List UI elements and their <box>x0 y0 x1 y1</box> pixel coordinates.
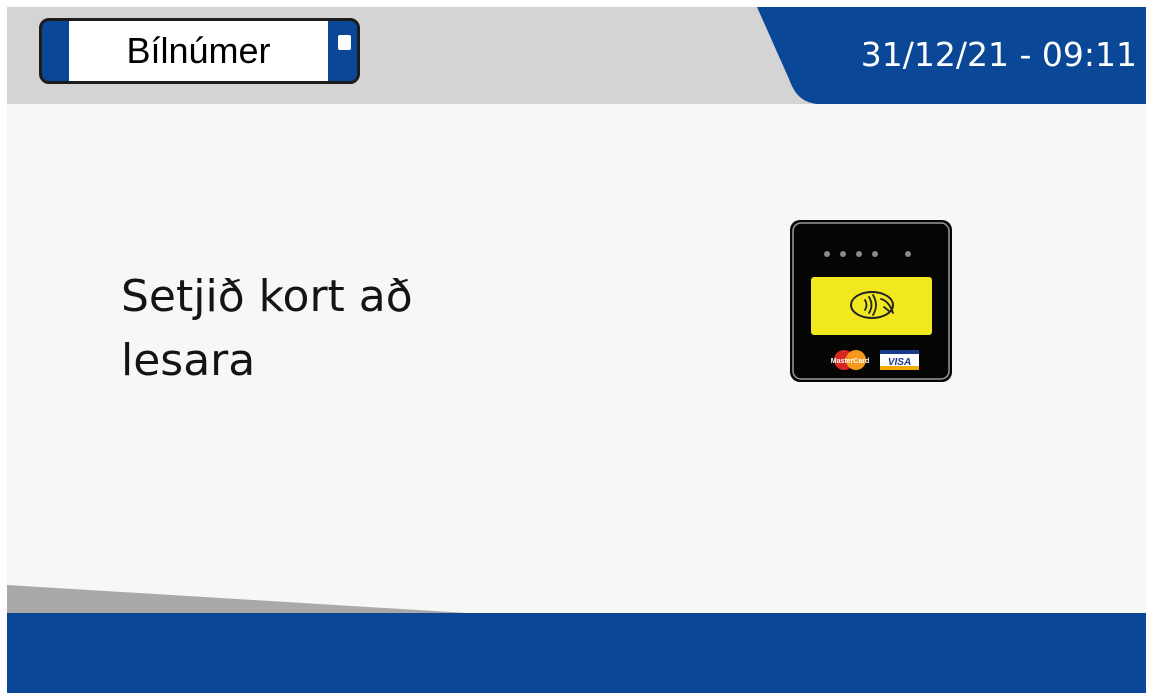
footer-bar <box>7 585 1146 693</box>
license-plate-field: Bílnúmer <box>69 21 328 81</box>
datetime-display: 31/12/21 - 09:11 <box>860 35 1137 74</box>
kiosk-screen: Bílnúmer 31/12/21 - 09:11 Setjið kort að… <box>7 7 1146 693</box>
visa-logo: VISA <box>888 357 911 368</box>
license-plate-label: Bílnúmer <box>126 30 271 71</box>
prompt-line-2: lesara <box>121 335 256 386</box>
contactless-card-reader-icon: MasterCard VISA <box>790 220 952 382</box>
prompt-line-1: Setjið kort að <box>121 271 413 322</box>
license-plate-button[interactable]: Bílnúmer <box>39 18 360 84</box>
mastercard-logo: MasterCard <box>831 358 870 365</box>
insert-card-prompt: Setjið kort að lesara <box>121 265 621 393</box>
plate-flag-icon <box>338 35 351 50</box>
